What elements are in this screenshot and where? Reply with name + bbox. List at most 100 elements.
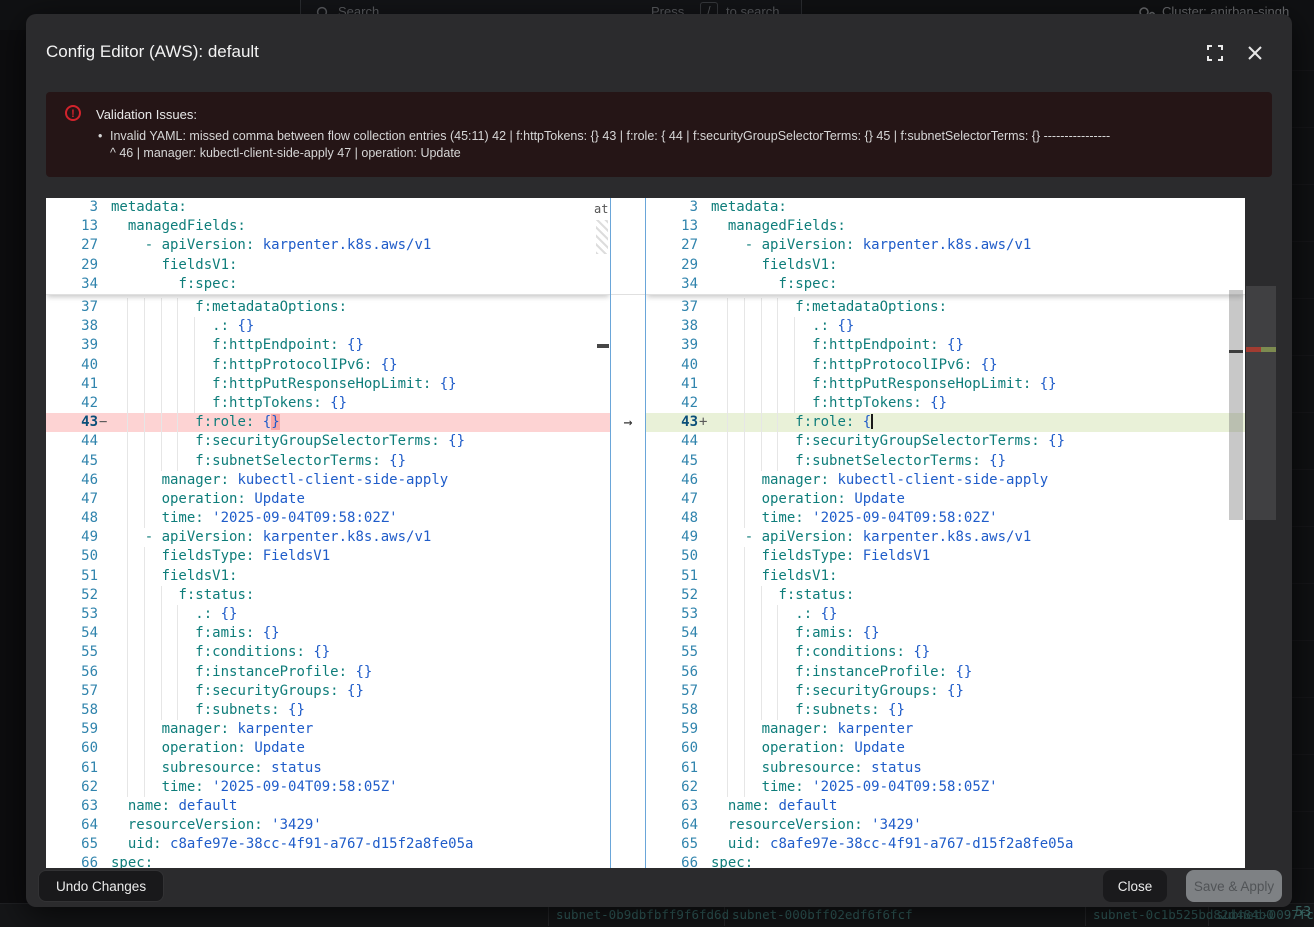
yaml-key[interactable]: .: — [795, 606, 812, 622]
yaml-value[interactable]: '2025-09-04T09:58:05Z' — [812, 779, 997, 795]
diff-pane-modified[interactable]: 3metadata:13 managedFields:27 - apiVersi… — [646, 198, 1245, 868]
line-text[interactable]: f:httpEndpoint: {} — [111, 336, 610, 355]
yaml-key[interactable]: apiVersion: — [162, 237, 255, 253]
line-number[interactable]: 51 — [46, 567, 98, 586]
sticky-line[interactable]: 34 f:spec: — [646, 275, 1245, 294]
line-number[interactable]: 29 — [646, 256, 698, 275]
yaml-key[interactable]: f:securityGroups: — [195, 683, 338, 699]
line-number[interactable]: 61 — [46, 759, 98, 778]
indent-whitespace[interactable] — [111, 510, 162, 526]
yaml-key[interactable]: fieldsV1: — [162, 568, 238, 584]
yaml-value[interactable]: {} — [330, 395, 347, 411]
line-text[interactable]: f:subnetSelectorTerms: {} — [711, 452, 1245, 471]
yaml-key[interactable]: manager: — [162, 472, 229, 488]
line-text[interactable]: f:instanceProfile: {} — [111, 663, 610, 682]
code-line[interactable]: 56 f:instanceProfile: {} — [46, 663, 610, 682]
yaml-value[interactable]: karpenter.k8s.aws/v1 — [263, 237, 432, 253]
code-line[interactable]: 46 manager: kubectl-client-side-apply — [646, 471, 1245, 490]
yaml-diff-editor[interactable]: 3metadata:13 managedFields:27 - apiVersi… — [46, 198, 1245, 868]
line-number[interactable]: 37 — [46, 298, 98, 317]
code-line[interactable]: 60 operation: Update — [646, 739, 1245, 758]
line-text[interactable]: managedFields: — [711, 217, 1245, 236]
yaml-value[interactable]: {} — [947, 683, 964, 699]
code-line[interactable]: 51 fieldsV1: — [46, 567, 610, 586]
line-text[interactable]: name: default — [711, 797, 1245, 816]
space[interactable] — [854, 529, 862, 545]
yaml-key[interactable]: fieldsV1: — [762, 257, 838, 273]
yaml-key[interactable]: uid: — [728, 836, 762, 852]
yaml-value[interactable]: {} — [981, 357, 998, 373]
code-line[interactable]: 66spec: — [646, 854, 1245, 868]
line-number[interactable]: 3 — [646, 198, 698, 217]
sticky-line[interactable]: 13 managedFields: — [646, 217, 1245, 236]
indent-whitespace[interactable] — [111, 548, 162, 564]
indent-whitespace[interactable] — [111, 568, 162, 584]
yaml-key[interactable]: f:httpEndpoint: — [212, 337, 338, 353]
indent-whitespace[interactable] — [711, 414, 795, 430]
line-number[interactable]: 54 — [646, 624, 698, 643]
line-text[interactable]: fieldsV1: — [711, 256, 1245, 275]
yaml-key[interactable]: resourceVersion: — [128, 817, 263, 833]
space[interactable] — [863, 817, 871, 833]
indent-whitespace[interactable] — [711, 510, 762, 526]
indent-whitespace[interactable] — [711, 257, 762, 273]
indent-whitespace[interactable] — [111, 237, 145, 253]
line-number[interactable]: 27 — [646, 236, 698, 255]
line-text[interactable]: - apiVersion: karpenter.k8s.aws/v1 — [111, 528, 610, 547]
yaml-key[interactable]: f:httpTokens: — [212, 395, 322, 411]
yaml-key[interactable]: .: — [212, 318, 229, 334]
line-text[interactable]: resourceVersion: '3429' — [711, 816, 1245, 835]
yaml-key[interactable]: uid: — [128, 836, 162, 852]
indent-whitespace[interactable] — [711, 683, 795, 699]
line-number[interactable]: 37 — [646, 298, 698, 317]
indent-whitespace[interactable] — [111, 587, 178, 603]
code-line[interactable]: 64 resourceVersion: '3429' — [646, 816, 1245, 835]
line-number[interactable]: 45 — [46, 452, 98, 471]
yaml-value[interactable]: karpenter.k8s.aws/v1 — [263, 529, 432, 545]
line-number[interactable]: 60 — [46, 739, 98, 758]
close-button[interactable]: Close — [1103, 870, 1167, 902]
yaml-value[interactable]: {} — [355, 664, 372, 680]
yaml-key[interactable]: managedFields: — [728, 218, 846, 234]
sticky-line[interactable]: 29 fieldsV1: — [646, 256, 1245, 275]
line-text[interactable]: .: {} — [111, 317, 610, 336]
line-text[interactable]: time: '2025-09-04T09:58:02Z' — [111, 509, 610, 528]
yaml-key[interactable]: fieldsType: — [762, 548, 855, 564]
yaml-key[interactable]: f:subnets: — [195, 702, 279, 718]
yaml-key[interactable]: f:securityGroups: — [795, 683, 938, 699]
yaml-key[interactable]: f:role: — [795, 414, 854, 430]
line-text[interactable]: f:conditions: {} — [711, 643, 1245, 662]
yaml-key[interactable]: operation: — [162, 740, 246, 756]
line-number[interactable]: 60 — [646, 739, 698, 758]
space[interactable] — [1040, 433, 1048, 449]
yaml-key[interactable]: resourceVersion: — [728, 817, 863, 833]
code-line[interactable]: 49 - apiVersion: karpenter.k8s.aws/v1 — [646, 528, 1245, 547]
yaml-value[interactable]: Update — [254, 740, 305, 756]
code-line[interactable]: 53 .: {} — [646, 605, 1245, 624]
yaml-key[interactable]: time: — [162, 779, 204, 795]
line-number[interactable]: 63 — [46, 797, 98, 816]
yaml-value[interactable]: {} — [821, 606, 838, 622]
sticky-line[interactable]: 29 fieldsV1: — [46, 256, 610, 275]
line-text[interactable]: f:httpPutResponseHopLimit: {} — [711, 375, 1245, 394]
line-number[interactable]: 38 — [646, 317, 698, 336]
code-line[interactable]: 40 f:httpProtocolIPv6: {} — [646, 356, 1245, 375]
line-number[interactable]: 50 — [646, 547, 698, 566]
indent-whitespace[interactable] — [111, 472, 162, 488]
line-number[interactable]: 41 — [646, 375, 698, 394]
yaml-key[interactable]: f:spec: — [178, 276, 237, 292]
indent-whitespace[interactable] — [711, 433, 795, 449]
sticky-line[interactable]: 3metadata: — [646, 198, 1245, 217]
indent-whitespace[interactable] — [711, 664, 795, 680]
space[interactable] — [804, 510, 812, 526]
yaml-value[interactable]: status — [871, 760, 922, 776]
sequence-dash[interactable]: - — [745, 529, 762, 545]
yaml-key[interactable]: f:metadataOptions: — [195, 299, 347, 315]
code-line[interactable]: 37 f:metadataOptions: — [46, 298, 610, 317]
yaml-value[interactable]: {} — [1040, 376, 1057, 392]
line-number[interactable]: 38 — [46, 317, 98, 336]
indent-whitespace[interactable] — [711, 529, 745, 545]
line-number[interactable]: 53 — [646, 605, 698, 624]
space[interactable] — [254, 414, 262, 430]
line-number[interactable]: 44 — [46, 432, 98, 451]
